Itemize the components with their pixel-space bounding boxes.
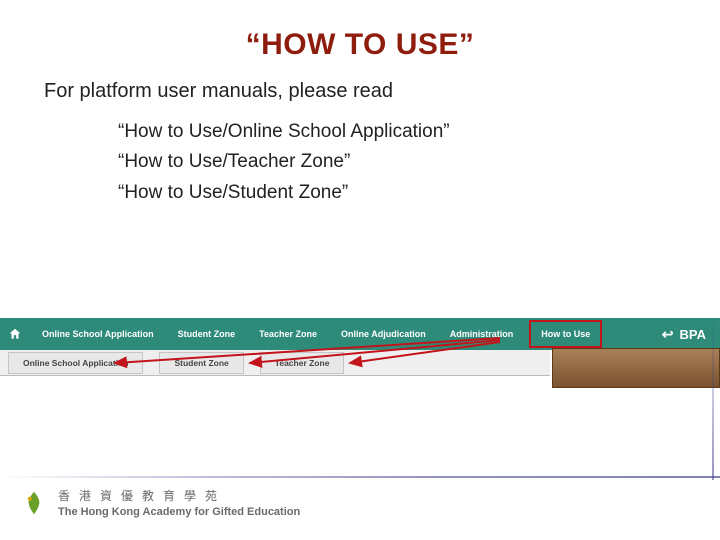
decorative-rule-side	[712, 320, 714, 480]
screenshot-region: Online School Application Student Zone T…	[0, 318, 720, 376]
lead-text: For platform user manuals, please read	[44, 80, 720, 103]
sub-online-school-application[interactable]: Online School Application	[8, 352, 143, 374]
footer-branding: 香港資優教育學苑 The Hong Kong Academy for Gifte…	[20, 487, 300, 518]
brand-label: BPA	[680, 327, 706, 342]
main-navbar: Online School Application Student Zone T…	[0, 318, 720, 350]
nav-how-to-use[interactable]: How to Use	[529, 320, 602, 348]
banner-photo	[552, 348, 720, 388]
back-arrow-icon: ↩	[662, 326, 674, 343]
nav-student-zone[interactable]: Student Zone	[166, 318, 248, 350]
nav-online-adjudication[interactable]: Online Adjudication	[329, 318, 438, 350]
sub-navbar: Online School Application Student Zone T…	[0, 350, 550, 376]
manual-list: “How to Use/Online School Application” “…	[118, 117, 720, 208]
academy-name-en: The Hong Kong Academy for Gifted Educati…	[58, 506, 300, 518]
nav-online-school-application[interactable]: Online School Application	[30, 318, 166, 350]
sub-teacher-zone[interactable]: Teacher Zone	[260, 352, 345, 374]
academy-logo-icon	[20, 489, 48, 517]
nav-teacher-zone[interactable]: Teacher Zone	[247, 318, 329, 350]
nav-administration[interactable]: Administration	[438, 318, 526, 350]
manual-item: “How to Use/Teacher Zone”	[118, 147, 720, 177]
slide-title: “HOW TO USE”	[0, 0, 720, 62]
sub-student-zone[interactable]: Student Zone	[159, 352, 243, 374]
manual-item: “How to Use/Online School Application”	[118, 117, 720, 147]
academy-name-cn: 香港資優教育學苑	[58, 487, 300, 504]
home-icon[interactable]	[0, 318, 30, 350]
manual-item: “How to Use/Student Zone”	[118, 178, 720, 208]
decorative-rule	[0, 476, 720, 478]
